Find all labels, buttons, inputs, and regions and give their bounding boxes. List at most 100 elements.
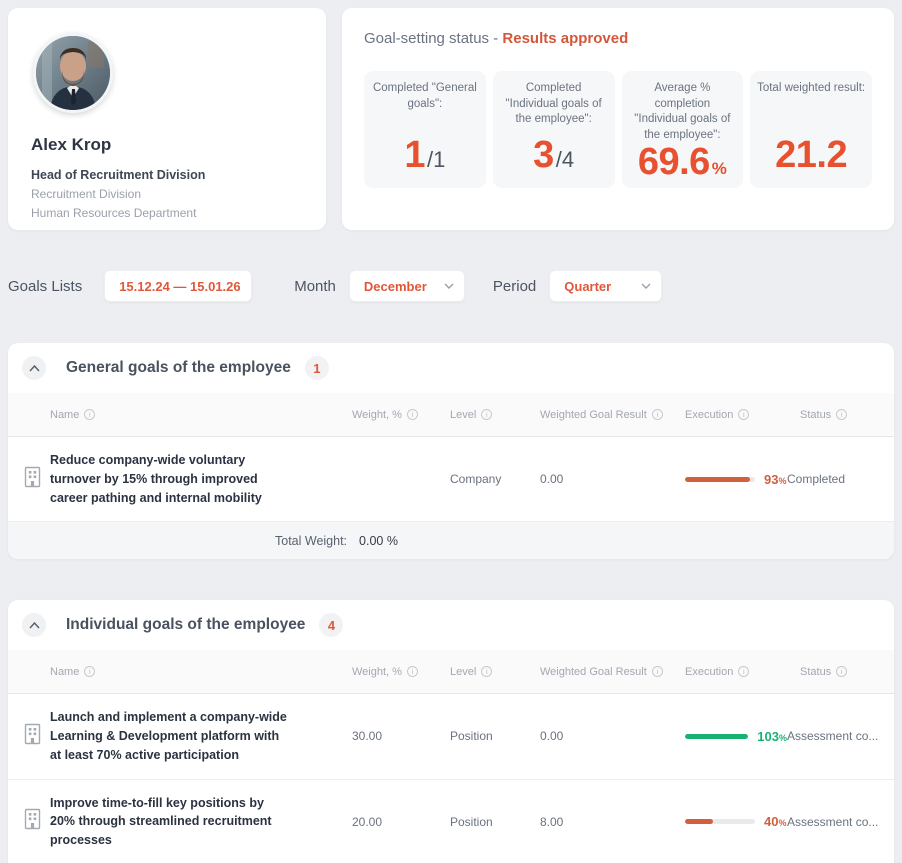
- column-header-label: Status: [800, 409, 831, 421]
- goal-execution: 40%: [657, 814, 787, 829]
- stat-number: 3: [533, 136, 554, 174]
- chevron-down-icon: [444, 283, 454, 289]
- table-header: NameiWeight, %iLeveliWeighted Goal Resul…: [8, 650, 894, 694]
- goal-status: Assessment co...: [787, 815, 894, 829]
- stat-value: 69.6%: [628, 143, 738, 181]
- goal-weight: 20.00: [302, 815, 402, 829]
- column-header-label: Level: [450, 409, 476, 421]
- goal-count-badge: 1: [305, 356, 329, 380]
- stat-label: Completed "General goals":: [370, 81, 480, 112]
- page: Alex Krop Head of Recruitment Division R…: [0, 0, 902, 863]
- status-value: Results approved: [502, 30, 628, 47]
- execution-bar: [685, 819, 755, 824]
- stat-box: Average % completion "Individual goals o…: [622, 71, 744, 188]
- column-header-label: Execution: [685, 666, 733, 678]
- section-header: General goals of the employee 1: [8, 343, 894, 393]
- goal-execution: 103%: [657, 729, 787, 744]
- goal-level: Position: [402, 729, 497, 743]
- building-icon: [22, 807, 43, 836]
- period-select[interactable]: Quarter: [549, 270, 662, 302]
- top-row: Alex Krop Head of Recruitment Division R…: [8, 8, 894, 230]
- goal-weight: 30.00: [302, 729, 402, 743]
- individual-goals-section: Individual goals of the employee 4 Namei…: [8, 600, 894, 863]
- month-label: Month: [294, 278, 336, 295]
- column-header-weight-: Weight, %i: [302, 666, 402, 678]
- goal-icon-cell: [8, 722, 50, 751]
- section-title: General goals of the employee: [66, 359, 291, 377]
- section-header: Individual goals of the employee 4: [8, 600, 894, 650]
- goal-name: Reduce company-wide voluntary turnover b…: [50, 437, 302, 521]
- stat-number: 1: [404, 136, 425, 174]
- info-icon[interactable]: i: [836, 666, 847, 677]
- goal-icon-cell: [8, 465, 50, 494]
- execution-percent: 93%: [764, 472, 786, 487]
- info-icon[interactable]: i: [84, 409, 95, 420]
- column-header-weighted-goal-result: Weighted Goal Resulti: [497, 666, 657, 678]
- execution-percent: 40%: [764, 814, 786, 829]
- building-icon: [22, 722, 43, 751]
- stat-label: Completed "Individual goals of the emplo…: [499, 81, 609, 128]
- profile-job-title: Head of Recruitment Division: [31, 168, 303, 182]
- stat-box: Completed "Individual goals of the emplo…: [493, 71, 615, 188]
- goal-level: Position: [402, 815, 497, 829]
- info-icon[interactable]: i: [481, 666, 492, 677]
- chevron-up-icon: [29, 365, 40, 372]
- building-icon: [22, 465, 43, 494]
- column-header-status: Statusi: [787, 666, 894, 678]
- table-body: Launch and implement a company-wide Lear…: [8, 694, 894, 863]
- stat-box: Total weighted result: 21.2: [750, 71, 872, 188]
- goal-name: Improve time-to-fill key positions by 20…: [50, 780, 302, 863]
- goal-weighted-result: 0.00: [497, 729, 657, 743]
- goals-lists-select[interactable]: 15.12.24 — 15.01.26: [104, 270, 252, 302]
- execution-bar-fill: [685, 734, 748, 739]
- total-weight-row: Total Weight: 0.00 %: [8, 522, 894, 559]
- column-header-weight-: Weight, %i: [302, 409, 402, 421]
- goal-name: Launch and implement a company-wide Lear…: [50, 694, 302, 778]
- info-icon[interactable]: i: [836, 409, 847, 420]
- column-header-label: Status: [800, 666, 831, 678]
- column-header-label: Weight, %: [352, 666, 402, 678]
- column-header-execution: Execution i: [657, 666, 787, 678]
- column-header-label: Execution: [685, 409, 733, 421]
- goal-weighted-result: 0.00: [497, 472, 657, 486]
- goal-icon-cell: [8, 807, 50, 836]
- info-icon[interactable]: i: [84, 666, 95, 677]
- chevron-up-icon: [29, 622, 40, 629]
- section-title: Individual goals of the employee: [66, 616, 305, 634]
- info-icon[interactable]: i: [738, 666, 749, 677]
- stat-label: Total weighted result:: [756, 81, 866, 97]
- info-icon[interactable]: i: [481, 409, 492, 420]
- column-header-level: Leveli: [402, 666, 497, 678]
- stat-number: 21.2: [775, 136, 847, 174]
- stat-box: Completed "General goals":1/1: [364, 71, 486, 188]
- column-header-execution: Execution i: [657, 409, 787, 421]
- collapse-section-button[interactable]: [22, 356, 46, 380]
- column-header-label: Name: [50, 666, 79, 678]
- profile-department: Human Resources Department: [31, 206, 303, 220]
- collapse-section-button[interactable]: [22, 613, 46, 637]
- column-header-label: Weighted Goal Result: [540, 666, 647, 678]
- goal-setting-status-card: Goal-setting status - Results approved C…: [342, 8, 894, 230]
- total-weight-value: 0.00 %: [359, 534, 398, 548]
- month-select[interactable]: December: [349, 270, 465, 302]
- column-header-level: Leveli: [402, 409, 497, 421]
- goal-count-badge: 4: [319, 613, 343, 637]
- goal-row[interactable]: Improve time-to-fill key positions by 20…: [8, 780, 894, 863]
- goal-row[interactable]: Reduce company-wide voluntary turnover b…: [8, 437, 894, 522]
- execution-bar-fill: [685, 477, 750, 482]
- execution-bar: [685, 477, 755, 482]
- column-header-label: Level: [450, 666, 476, 678]
- total-weight-label: Total Weight:: [275, 534, 347, 548]
- column-header-name: Namei: [50, 409, 302, 421]
- column-header-label: Name: [50, 409, 79, 421]
- stat-suffix: /4: [556, 149, 574, 171]
- goal-row[interactable]: Launch and implement a company-wide Lear…: [8, 694, 894, 779]
- column-header-label: Weight, %: [352, 409, 402, 421]
- info-icon[interactable]: i: [738, 409, 749, 420]
- profile-card: Alex Krop Head of Recruitment Division R…: [8, 8, 326, 230]
- column-header-status: Statusi: [787, 409, 894, 421]
- table-header: NameiWeight, %iLeveliWeighted Goal Resul…: [8, 393, 894, 437]
- table-body: Reduce company-wide voluntary turnover b…: [8, 437, 894, 522]
- goals-lists-label: Goals Lists: [8, 278, 82, 295]
- chevron-down-icon: [641, 283, 651, 289]
